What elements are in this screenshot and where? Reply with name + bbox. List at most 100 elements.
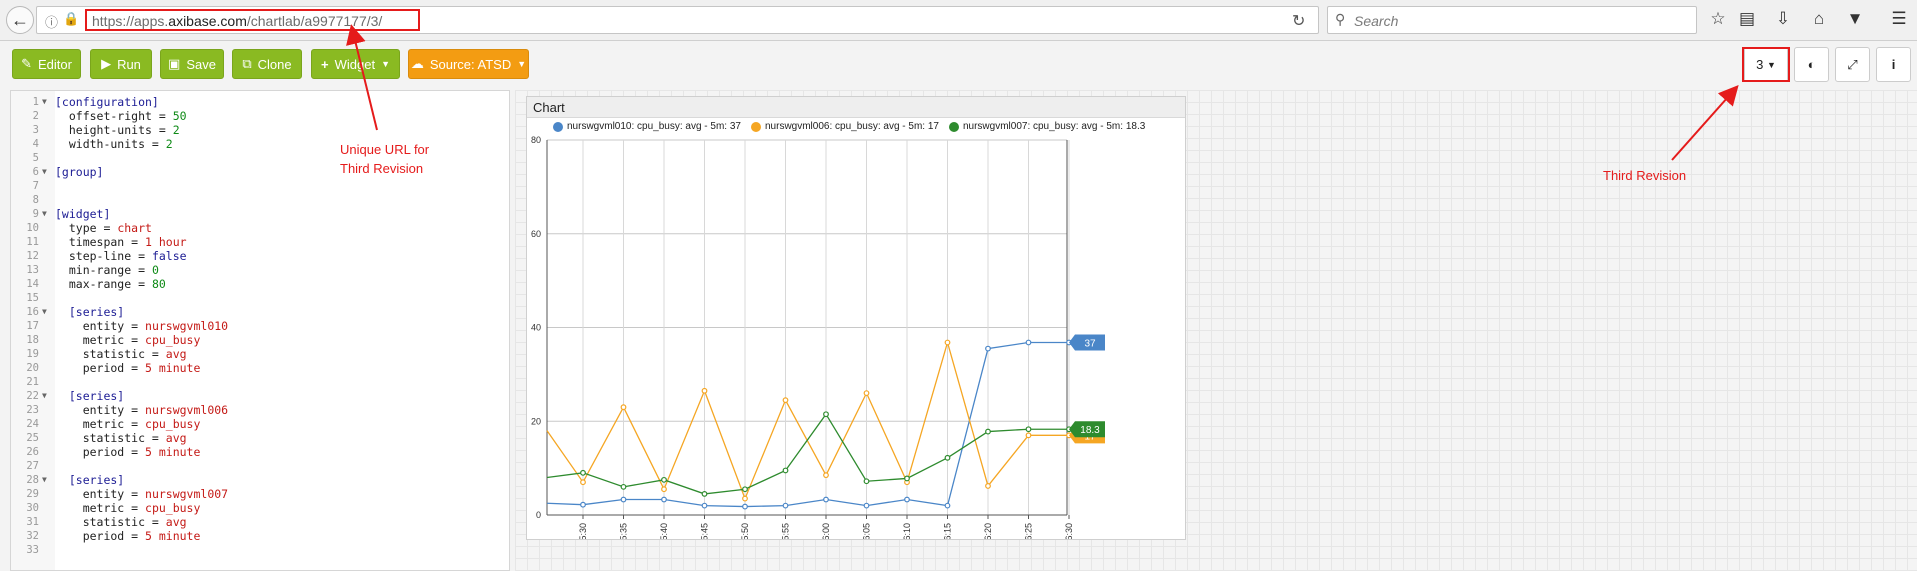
line-number: 1 <box>32 96 39 108</box>
fold-arrow-icon[interactable]: ▼ <box>42 473 47 487</box>
code-text: height-units = 2 <box>55 123 180 137</box>
save-button[interactable]: ▣ Save <box>160 49 224 79</box>
line-number: 5 <box>32 152 39 164</box>
data-point <box>782 397 789 404</box>
code-text: step-line = false <box>55 249 187 263</box>
line-number: 27 <box>26 460 39 472</box>
search-input[interactable]: ⚲ Search <box>1327 6 1697 34</box>
data-point <box>1025 432 1032 439</box>
home-icon[interactable]: ⌂ <box>1808 9 1830 29</box>
code-editor[interactable]: 1 ▼ [configuration] 2 offset-right = 50 3 he… <box>10 90 510 571</box>
run-button[interactable]: ▶ Run <box>90 49 152 79</box>
line-number: 32 <box>26 530 39 542</box>
code-text: metric = cpu_busy <box>55 417 201 431</box>
info-icon[interactable]: ⓘ <box>45 12 58 31</box>
line-number: 15 <box>26 292 39 304</box>
back-icon[interactable]: ← <box>6 6 34 34</box>
line-number: 7 <box>32 180 39 192</box>
line-number: 12 <box>26 250 39 262</box>
revision-highlight-box <box>1742 47 1790 82</box>
x-tick-label: 15:30 <box>578 523 588 539</box>
data-point <box>863 390 870 397</box>
clone-button[interactable]: ⧉ Clone <box>232 49 302 79</box>
line-number: 9 <box>32 208 39 220</box>
address-bar[interactable]: ⓘ 🔒 https://apps.axibase.com/chartlab/a9… <box>36 6 1319 34</box>
fold-arrow-icon[interactable]: ▼ <box>42 389 47 403</box>
search-placeholder: Search <box>1354 13 1399 29</box>
cloud-icon: ☁ <box>410 56 424 71</box>
play-icon: ▶ <box>101 56 112 71</box>
url-text[interactable]: https://apps.axibase.com/chartlab/a99771… <box>92 13 382 29</box>
data-point <box>944 339 951 346</box>
data-point <box>985 345 991 352</box>
line-number: 20 <box>26 362 39 374</box>
value-badge-label: 18.3 <box>1080 425 1100 436</box>
data-point <box>620 496 627 503</box>
line-number: 33 <box>26 544 39 556</box>
widget-header: Chart <box>527 97 1185 118</box>
code-text: [configuration] <box>55 95 159 109</box>
chevron-down-icon: ▼ <box>517 59 527 69</box>
code-text: statistic = avg <box>55 431 187 445</box>
data-point <box>742 486 748 493</box>
line-number: 30 <box>26 502 39 514</box>
code-text: statistic = avg <box>55 515 187 529</box>
y-tick-label: 0 <box>536 510 541 520</box>
browser-toolbar: ← ⓘ 🔒 https://apps.axibase.com/chartlab/… <box>0 0 1917 41</box>
line-number: 3 <box>32 124 39 136</box>
code-text: min-range = 0 <box>55 263 159 277</box>
reload-icon[interactable]: ↻ <box>1292 11 1305 31</box>
data-point <box>985 483 991 489</box>
data-point <box>742 503 748 510</box>
data-point <box>620 483 627 490</box>
x-tick-label: 15:45 <box>700 523 710 539</box>
menu-icon[interactable]: ☰ <box>1888 9 1910 29</box>
fold-arrow-icon[interactable]: ▼ <box>42 305 47 319</box>
x-tick-label: 16:30 <box>1064 523 1074 539</box>
data-point <box>580 469 586 476</box>
x-tick-label: 16:20 <box>983 523 993 539</box>
x-tick-label: 16:25 <box>1024 523 1034 539</box>
lock-icon: 🔒 <box>63 11 80 26</box>
info-button[interactable]: i <box>1876 47 1911 82</box>
copy-icon: ⧉ <box>242 56 252 71</box>
code-text: statistic = avg <box>55 347 187 361</box>
y-tick-label: 80 <box>531 135 541 145</box>
expand-icon: ⤢ <box>1847 56 1858 72</box>
data-point <box>580 501 586 508</box>
code-text: type = chart <box>55 221 152 235</box>
contrast-toggle-button[interactable]: ◐ <box>1794 47 1829 82</box>
fullscreen-button[interactable]: ⤢ <box>1835 47 1870 82</box>
line-number: 28 <box>26 474 39 486</box>
data-point <box>863 502 870 509</box>
data-point <box>823 496 829 503</box>
data-point <box>823 411 829 418</box>
data-point <box>904 475 910 482</box>
fold-arrow-icon[interactable]: ▼ <box>42 165 47 179</box>
pocket-icon[interactable]: ▼ <box>1844 9 1866 29</box>
line-number: 23 <box>26 404 39 416</box>
bookmark-star-icon[interactable]: ☆ <box>1707 9 1729 29</box>
code-text: max-range = 80 <box>55 277 166 291</box>
download-icon[interactable]: ⇩ <box>1772 9 1794 29</box>
editor-button[interactable]: ✎ Editor <box>12 49 81 79</box>
line-number: 17 <box>26 320 39 332</box>
data-point <box>823 472 829 479</box>
line-number: 24 <box>26 418 39 430</box>
widget-title: Chart <box>533 100 565 115</box>
fold-arrow-icon[interactable]: ▼ <box>42 207 47 221</box>
reading-list-icon[interactable]: ▤ <box>1736 9 1758 29</box>
line-number: 6 <box>32 166 39 178</box>
code-text: timespan = 1 hour <box>55 235 187 249</box>
widget-button[interactable]: + Widget ▼ <box>311 49 400 79</box>
data-point <box>701 491 708 497</box>
y-tick-label: 60 <box>531 229 541 239</box>
code-text: entity = nurswgvml010 <box>55 319 229 333</box>
source-dropdown[interactable]: ☁ Source: ATSD ▼ <box>408 49 529 79</box>
data-point <box>1025 339 1032 346</box>
fold-arrow-icon[interactable]: ▼ <box>42 95 47 109</box>
search-icon: ⚲ <box>1335 11 1346 27</box>
x-tick-label: 16:15 <box>943 523 953 539</box>
code-text: metric = cpu_busy <box>55 333 201 347</box>
line-number: 16 <box>26 306 39 318</box>
